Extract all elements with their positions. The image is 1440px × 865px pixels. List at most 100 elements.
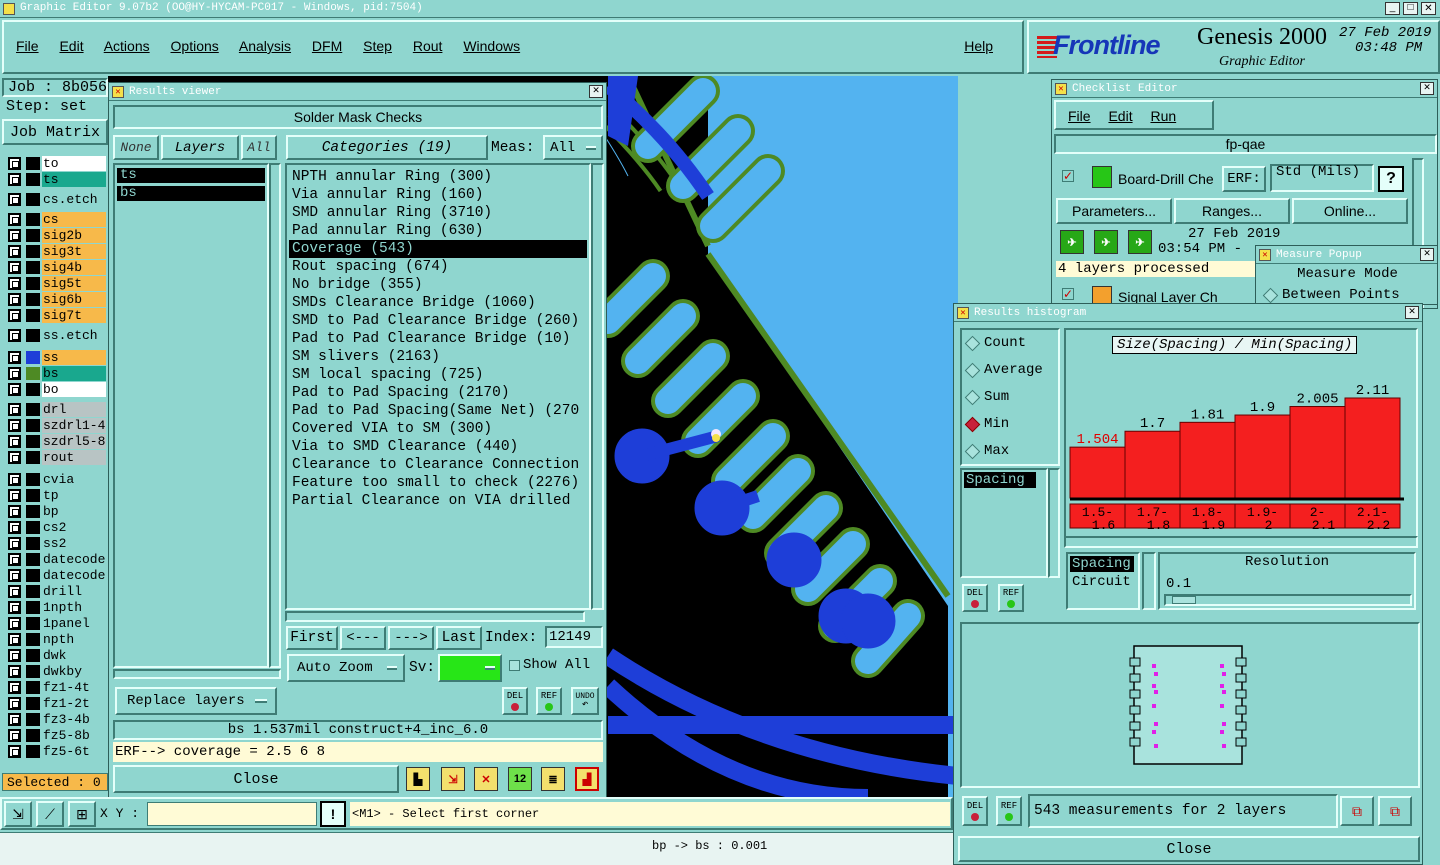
category-item[interactable]: Pad to Pad Spacing (2170) — [289, 384, 587, 402]
zoom-fit-icon[interactable]: ⧉ — [1340, 796, 1374, 826]
job-matrix-button[interactable]: Job Matrix — [2, 119, 108, 145]
layer-row-26[interactable]: 1npth — [8, 600, 106, 615]
last-button[interactable]: Last — [436, 626, 482, 650]
layer-checkbox[interactable] — [8, 681, 21, 694]
results-viewer-close-icon[interactable]: ✕ — [589, 85, 603, 98]
layer-checkbox[interactable] — [8, 229, 21, 242]
category-item[interactable]: SM local spacing (725) — [289, 366, 587, 384]
layer-row-33[interactable]: fz3-4b — [8, 712, 106, 727]
category-list-hscroll[interactable] — [285, 611, 585, 622]
prev-button[interactable]: <--- — [340, 626, 386, 650]
category-item[interactable]: SMDs Clearance Bridge (1060) — [289, 294, 587, 312]
menu-windows[interactable]: Windows — [463, 38, 520, 54]
layer-checkbox[interactable] — [8, 601, 21, 614]
xy-input[interactable] — [147, 802, 317, 826]
category-item[interactable]: Feature too small to check (2276) — [289, 474, 587, 492]
layer-list-hscroll[interactable] — [113, 669, 281, 679]
layer-row-1[interactable]: ts — [8, 172, 106, 187]
layer-row-13[interactable]: bo — [8, 382, 106, 397]
layer-row-24[interactable]: datecode- — [8, 568, 106, 583]
layer-checkbox[interactable] — [8, 193, 21, 206]
layer-row-18[interactable]: cvia — [8, 472, 106, 487]
layer-row-8[interactable]: sig6b — [8, 292, 106, 307]
layer-checkbox[interactable] — [8, 505, 21, 518]
result-layer-bs[interactable]: bs — [117, 186, 265, 201]
menu-step[interactable]: Step — [363, 38, 392, 54]
layer-checkbox[interactable] — [8, 729, 21, 742]
category-item[interactable]: Via annular Ring (160) — [289, 186, 587, 204]
replace-layers-dropdown[interactable]: Replace layers — [115, 687, 277, 715]
menu-options[interactable]: Options — [171, 38, 219, 54]
layer-checkbox[interactable] — [8, 367, 21, 380]
layer-row-2[interactable]: cs.etch — [8, 192, 106, 207]
categories-button[interactable]: Categories (19) — [286, 135, 488, 160]
category-item[interactable]: SMD annular Ring (3710) — [289, 204, 587, 222]
layer-checkbox[interactable] — [8, 403, 21, 416]
menu-edit[interactable]: Edit — [59, 38, 83, 54]
layer-row-22[interactable]: ss2 — [8, 536, 106, 551]
attribute-spacing[interactable]: Spacing — [964, 472, 1036, 488]
category-item[interactable]: Partial Clearance on VIA drilled — [289, 492, 587, 510]
layer-row-15[interactable]: szdrl1-4 — [8, 418, 106, 433]
layer-checkbox[interactable] — [8, 537, 21, 550]
layer-row-14[interactable]: drl — [8, 402, 106, 417]
layer-row-28[interactable]: npth — [8, 632, 106, 647]
source-spacing[interactable]: Spacing — [1070, 556, 1134, 572]
alert-icon[interactable]: ! — [320, 801, 346, 827]
layer-row-23[interactable]: datecode- — [8, 552, 106, 567]
layer-checkbox[interactable] — [8, 435, 21, 448]
help-button[interactable]: ? — [1378, 166, 1404, 192]
layer-row-3[interactable]: cs — [8, 212, 106, 227]
menu-help[interactable]: Help — [964, 38, 993, 54]
checklist-close-icon[interactable]: ✕ — [1420, 82, 1434, 95]
layer-checkbox[interactable] — [8, 383, 21, 396]
ranges-button[interactable]: Ranges... — [1174, 198, 1290, 224]
layer-row-34[interactable]: fz5-8b — [8, 728, 106, 743]
layer-select-list[interactable]: ts bs — [113, 163, 269, 668]
layer-row-4[interactable]: sig2b — [8, 228, 106, 243]
layer-checkbox[interactable] — [8, 419, 21, 432]
category-item[interactable]: Rout spacing (674) — [289, 258, 587, 276]
menu-dfm[interactable]: DFM — [312, 38, 342, 54]
attribute-list-scroll[interactable] — [1048, 468, 1060, 578]
layer-row-12[interactable]: bs — [8, 366, 106, 381]
histogram-bar[interactable] — [1234, 414, 1291, 499]
category-item[interactable]: SMD to Pad Clearance Bridge (260) — [289, 312, 587, 330]
sum-radio[interactable]: Sum — [962, 386, 1057, 408]
layer-checkbox[interactable] — [8, 665, 21, 678]
layer-checkbox[interactable] — [8, 745, 21, 758]
layer-row-17[interactable]: rout — [8, 450, 106, 465]
result-layer-ts[interactable]: ts — [117, 168, 265, 183]
auto-zoom-dropdown[interactable]: Auto Zoom — [287, 654, 405, 682]
maximize-button[interactable]: □ — [1403, 2, 1418, 15]
category-item[interactable]: Pad to Pad Spacing(Same Net) (270 — [289, 402, 587, 420]
category-item[interactable]: Via to SMD Clearance (440) — [289, 438, 587, 456]
layer-checkbox[interactable] — [8, 245, 21, 258]
histogram-close-icon[interactable]: ✕ — [1405, 306, 1419, 319]
histogram-bar[interactable] — [1179, 421, 1236, 499]
layer-row-25[interactable]: drill — [8, 584, 106, 599]
layer-checkbox[interactable] — [8, 521, 21, 534]
check-enabled-icon[interactable]: ✓ — [1062, 170, 1074, 182]
layer-checkbox[interactable] — [8, 585, 21, 598]
hist-del-button[interactable]: DEL — [962, 584, 988, 612]
menu-actions[interactable]: Actions — [104, 38, 150, 54]
layer-row-20[interactable]: bp — [8, 504, 106, 519]
online-button[interactable]: Online... — [1292, 198, 1408, 224]
checklist-menu-edit[interactable]: Edit — [1108, 108, 1132, 124]
layer-row-10[interactable]: ss.etch — [8, 328, 106, 343]
layer-checkbox[interactable] — [8, 649, 21, 662]
layer-row-19[interactable]: tp — [8, 488, 106, 503]
layer-row-31[interactable]: fz1-4t — [8, 680, 106, 695]
parameters-button[interactable]: Parameters... — [1056, 198, 1172, 224]
tool-report-icon[interactable]: ≣ — [541, 767, 565, 791]
min-radio[interactable]: Min — [962, 413, 1057, 435]
category-item[interactable]: SM slivers (2163) — [289, 348, 587, 366]
layer-checkbox[interactable] — [8, 451, 21, 464]
measure-tool-icon[interactable]: ⟋ — [36, 801, 64, 827]
erf-button[interactable]: ERF: — [1222, 166, 1266, 192]
category-item[interactable]: Pad annular Ring (630) — [289, 222, 587, 240]
hist-del-button-2[interactable]: DEL — [962, 796, 988, 826]
histogram-close-button[interactable]: Close — [958, 836, 1420, 862]
next-button[interactable]: ---> — [388, 626, 434, 650]
